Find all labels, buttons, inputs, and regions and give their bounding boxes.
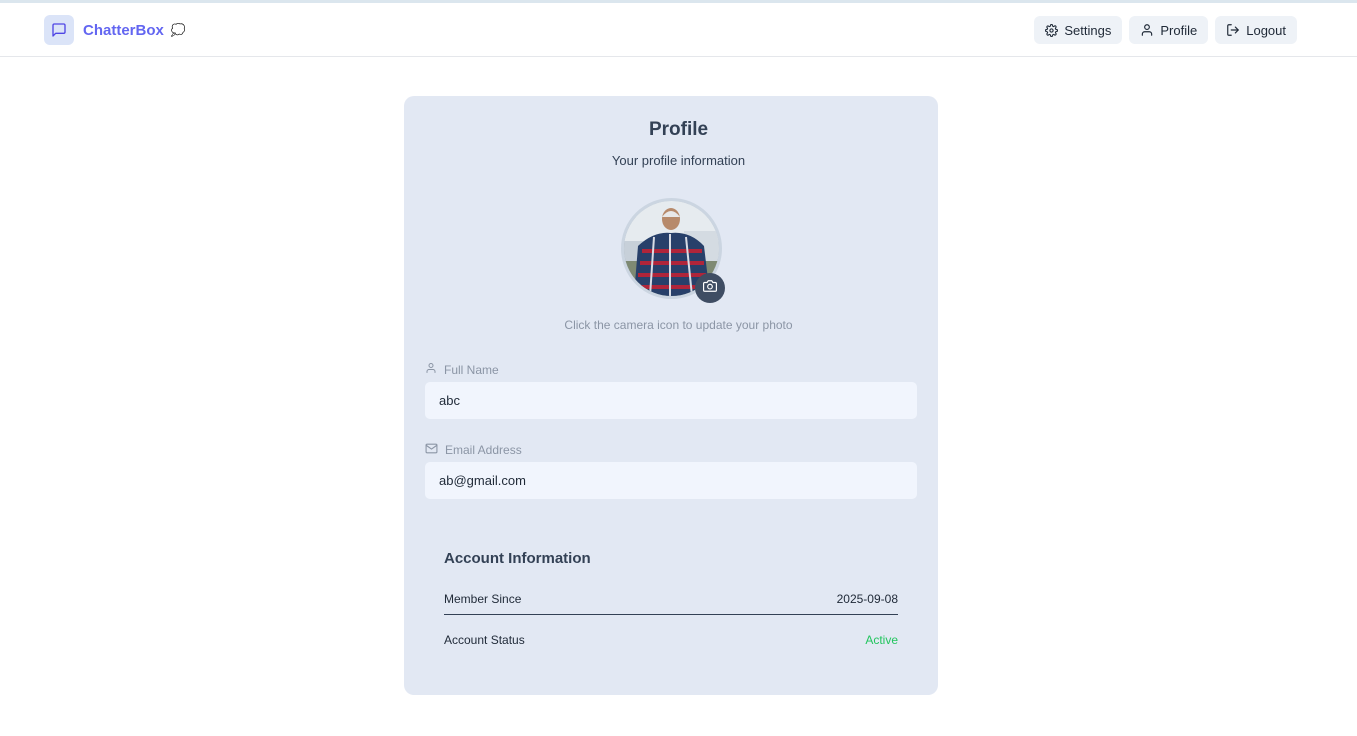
logout-label: Logout — [1246, 22, 1286, 38]
status-badge: Active — [865, 633, 898, 647]
user-icon — [425, 362, 437, 377]
camera-icon — [703, 279, 717, 298]
full-name-field[interactable]: abc — [425, 382, 917, 419]
gear-icon — [1045, 23, 1059, 37]
settings-button[interactable]: Settings — [1034, 16, 1123, 44]
email-label-text: Email Address — [445, 443, 522, 457]
member-since-row: Member Since 2025-09-08 — [444, 592, 898, 606]
profile-label: Profile — [1160, 22, 1198, 38]
member-since-label: Member Since — [444, 592, 522, 606]
full-name-label: Full Name — [425, 362, 499, 377]
mail-icon — [425, 442, 438, 458]
account-info-title: Account Information — [444, 550, 591, 567]
email-field[interactable]: ab@gmail.com — [425, 462, 917, 499]
email-label: Email Address — [425, 442, 522, 458]
account-status-row: Account Status Active — [444, 633, 898, 647]
logout-icon — [1226, 23, 1240, 37]
user-icon — [1140, 23, 1154, 37]
account-status-label: Account Status — [444, 633, 525, 647]
nav-actions: Settings Profile Logout — [1034, 16, 1297, 44]
divider — [444, 614, 898, 615]
brand[interactable]: ChatterBox 💭 — [44, 15, 186, 45]
avatar-container — [621, 198, 725, 303]
photo-hint: Click the camera icon to update your pho… — [564, 318, 793, 332]
logout-button[interactable]: Logout — [1215, 16, 1297, 44]
brand-name: ChatterBox — [83, 21, 164, 39]
navbar: ChatterBox 💭 Settings Profile Logout — [0, 3, 1357, 57]
profile-button[interactable]: Profile — [1129, 16, 1209, 44]
member-since-value: 2025-09-08 — [836, 592, 898, 606]
page-title: Profile — [648, 119, 709, 140]
thought-bubble-icon: 💭 — [170, 23, 186, 37]
page-subtitle: Your profile information — [611, 153, 746, 168]
message-square-icon — [44, 15, 74, 45]
settings-label: Settings — [1064, 22, 1112, 38]
full-name-label-text: Full Name — [444, 362, 499, 377]
camera-upload-button[interactable] — [695, 273, 725, 303]
